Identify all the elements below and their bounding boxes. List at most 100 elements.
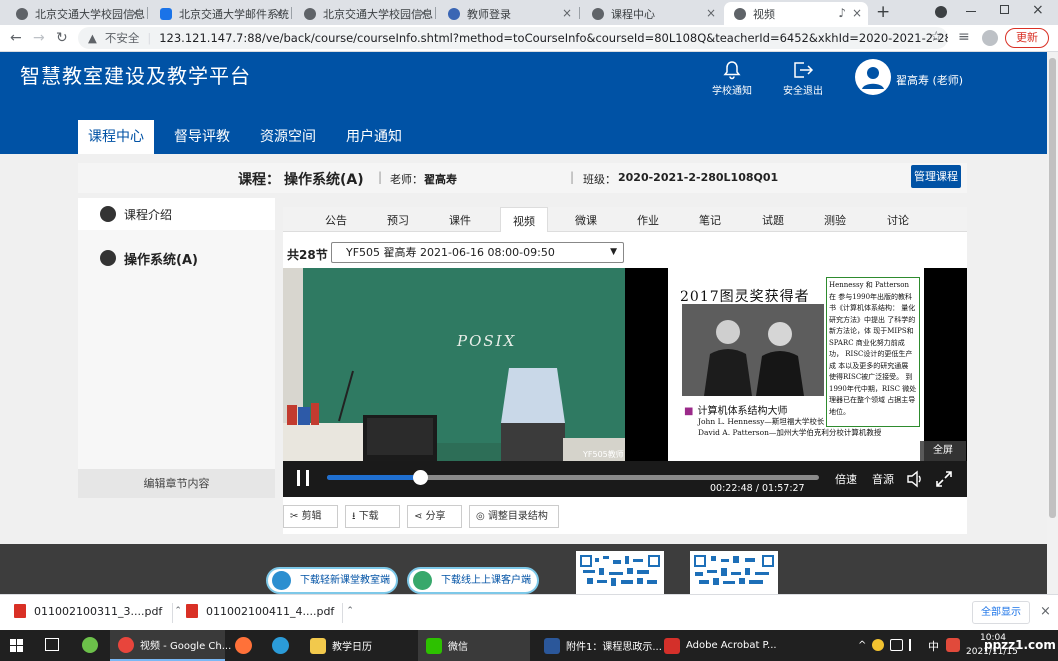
share-icon: ⋖ [414, 511, 426, 522]
nav-tab-user-notice[interactable]: 用户通知 [336, 120, 412, 154]
back-icon[interactable]: ← [10, 30, 22, 46]
taskbar-item-word[interactable]: 附件1：课程思政示... [538, 630, 662, 661]
manage-course-button[interactable]: 管理课程 [911, 165, 961, 188]
taskbar-item-wechat[interactable]: 微信 [418, 630, 530, 661]
slide-bullet: ■ 计算机体系结构大师 [684, 406, 788, 417]
restore-icon[interactable] [1000, 5, 1009, 14]
app-icon[interactable] [82, 637, 98, 653]
close-window-icon[interactable]: × [1032, 2, 1044, 18]
clip-button[interactable]: ✂ 剪辑 [283, 505, 338, 528]
tab-notes[interactable]: 笔记 [689, 207, 731, 232]
close-downloads-icon[interactable]: × [1040, 604, 1051, 619]
firefox-icon[interactable] [235, 637, 252, 654]
progress-fill [327, 475, 421, 480]
tab-preview[interactable]: 预习 [377, 207, 419, 232]
tab-announcement[interactable]: 公告 [315, 207, 357, 232]
minimize-icon[interactable] [966, 11, 976, 12]
bell-icon [723, 61, 741, 80]
taskbar-item-chrome[interactable]: 视频 - Google Ch... [110, 630, 231, 661]
close-icon[interactable]: × [706, 6, 716, 20]
pdf-icon [14, 604, 26, 618]
close-icon[interactable]: × [274, 6, 284, 20]
classroom-camera-view: POSIX YF505教师 [283, 268, 625, 461]
show-hidden-icons[interactable]: ^ [858, 640, 866, 651]
network-icon[interactable] [890, 639, 903, 651]
volume-icon[interactable] [906, 470, 924, 488]
browser-tab[interactable]: 北京交通大学校园信息门 × [6, 2, 146, 25]
ime-indicator[interactable]: 中 [928, 638, 939, 654]
windows-taskbar: 视频 - Google Ch... 教学日历 微信 附件1：课程思政示... A… [0, 630, 1058, 661]
camera-tag: YF505教师 [583, 450, 624, 459]
lesson-select[interactable]: YF505 翟高寿 2021-06-16 08:00-09:50 ▼ [331, 242, 624, 263]
volume-tray-icon[interactable] [909, 639, 921, 651]
taskbar-item-calendar[interactable]: 教学日历 [302, 630, 410, 661]
player-controls: 00:22:48 / 01:57:27 倍速 音源 [283, 461, 967, 497]
qr-code-image [576, 551, 664, 594]
fullscreen-icon[interactable] [935, 470, 953, 488]
close-icon[interactable]: × [852, 6, 862, 20]
tab-discussion[interactable]: 讨论 [877, 207, 919, 232]
browser-tab[interactable]: 课程中心 × [582, 2, 722, 25]
nav-tab-supervision[interactable]: 督导评教 [164, 120, 240, 154]
download-item[interactable]: 011002100411_4....pdf ⌃ [186, 604, 354, 618]
avatar[interactable] [855, 59, 891, 95]
audio-source-button[interactable]: 音源 [872, 471, 894, 487]
adjust-toc-button[interactable]: ◎ 调整目录结构 [469, 505, 559, 528]
chevron-up-icon[interactable]: ⌃ [174, 606, 182, 616]
watermark: ppzz1.com [984, 638, 1056, 652]
address-bar-row: ← → ↻ ▲ 不安全 | 123.121.147.7:88/ve/back/cour… [0, 25, 1058, 52]
browser-tab[interactable]: 北京交通大学校园信息门 × [294, 2, 434, 25]
tray-app-icon[interactable] [872, 639, 884, 651]
tab-questions[interactable]: 试题 [752, 207, 794, 232]
video-player[interactable]: POSIX YF505教师 2017图灵奖获得者 Hennessy 和 Patt… [283, 268, 967, 497]
url-field[interactable]: ▲ 不安全 | 123.121.147.7:88/ve/back/course/cou… [78, 27, 948, 49]
scrollbar-thumb[interactable] [1049, 58, 1056, 518]
nav-tab-course-center[interactable]: 课程中心 [78, 120, 154, 154]
task-view-icon[interactable] [45, 638, 59, 651]
reload-icon[interactable]: ↻ [56, 30, 68, 46]
tab-video[interactable]: 视频 [500, 207, 548, 233]
download-button[interactable]: ⭳ 下载 [345, 505, 400, 528]
course-chapter-title[interactable]: 操作系统(A) [78, 242, 275, 274]
chevron-up-icon[interactable]: ⌃ [346, 606, 354, 616]
progress-handle[interactable] [413, 470, 429, 485]
download-item[interactable]: 011002100311_3....pdf ⌃ [14, 604, 182, 618]
progress-bar[interactable] [327, 470, 819, 485]
share-button[interactable]: ⋖ 分享 [407, 505, 462, 528]
windows-start-icon[interactable] [10, 639, 23, 652]
nav-tab-resources[interactable]: 资源空间 [250, 120, 326, 154]
chevron-down-icon: ▼ [610, 247, 617, 257]
tab-courseware[interactable]: 课件 [439, 207, 481, 232]
course-name: 操作系统(A) [284, 172, 364, 188]
site-logo: 智慧教室建设及教学平台 [20, 64, 251, 88]
speed-button[interactable]: 倍速 [835, 471, 857, 487]
download-client-link[interactable]: 下载线上上课客户端 [407, 567, 539, 594]
profile-icon[interactable] [982, 30, 998, 46]
speaker-icon[interactable]: ♪ [838, 6, 846, 20]
browser-tab-active[interactable]: 视频 ♪ × [724, 2, 868, 25]
show-all-downloads-button[interactable]: 全部显示 [972, 601, 1030, 624]
browser-tab[interactable]: 教师登录 × [438, 2, 578, 25]
reading-list-icon[interactable]: ≡ [958, 29, 970, 45]
close-icon[interactable]: × [130, 6, 140, 20]
update-button[interactable]: 更新 [1005, 28, 1049, 48]
close-icon[interactable]: × [418, 6, 428, 20]
browser-tab[interactable]: 北京交通大学邮件系统 × [150, 2, 290, 25]
course-intro-link[interactable]: 课程介绍 [78, 198, 275, 230]
edit-chapters-button[interactable]: 编辑章节内容 [78, 469, 275, 498]
new-tab-button[interactable]: + [876, 2, 890, 22]
star-icon[interactable]: ☆ [930, 29, 943, 45]
tab-microcourse[interactable]: 微课 [565, 207, 607, 232]
forward-icon[interactable]: → [33, 30, 45, 46]
close-icon[interactable]: × [562, 6, 572, 20]
notify-button[interactable]: 学校通知 [707, 60, 757, 97]
edge-icon[interactable] [272, 637, 289, 654]
logout-button[interactable]: 安全退出 [778, 60, 828, 97]
download-classroom-app-link[interactable]: 下载轻新课堂教室端 [266, 567, 398, 594]
tab-homework[interactable]: 作业 [627, 207, 669, 232]
taskbar-item-acrobat[interactable]: Adobe Acrobat P... [658, 630, 777, 661]
tab-quiz[interactable]: 测验 [814, 207, 856, 232]
antivirus-icon[interactable] [946, 638, 960, 652]
tab-search-icon[interactable] [935, 6, 947, 18]
pause-icon[interactable] [297, 470, 309, 486]
